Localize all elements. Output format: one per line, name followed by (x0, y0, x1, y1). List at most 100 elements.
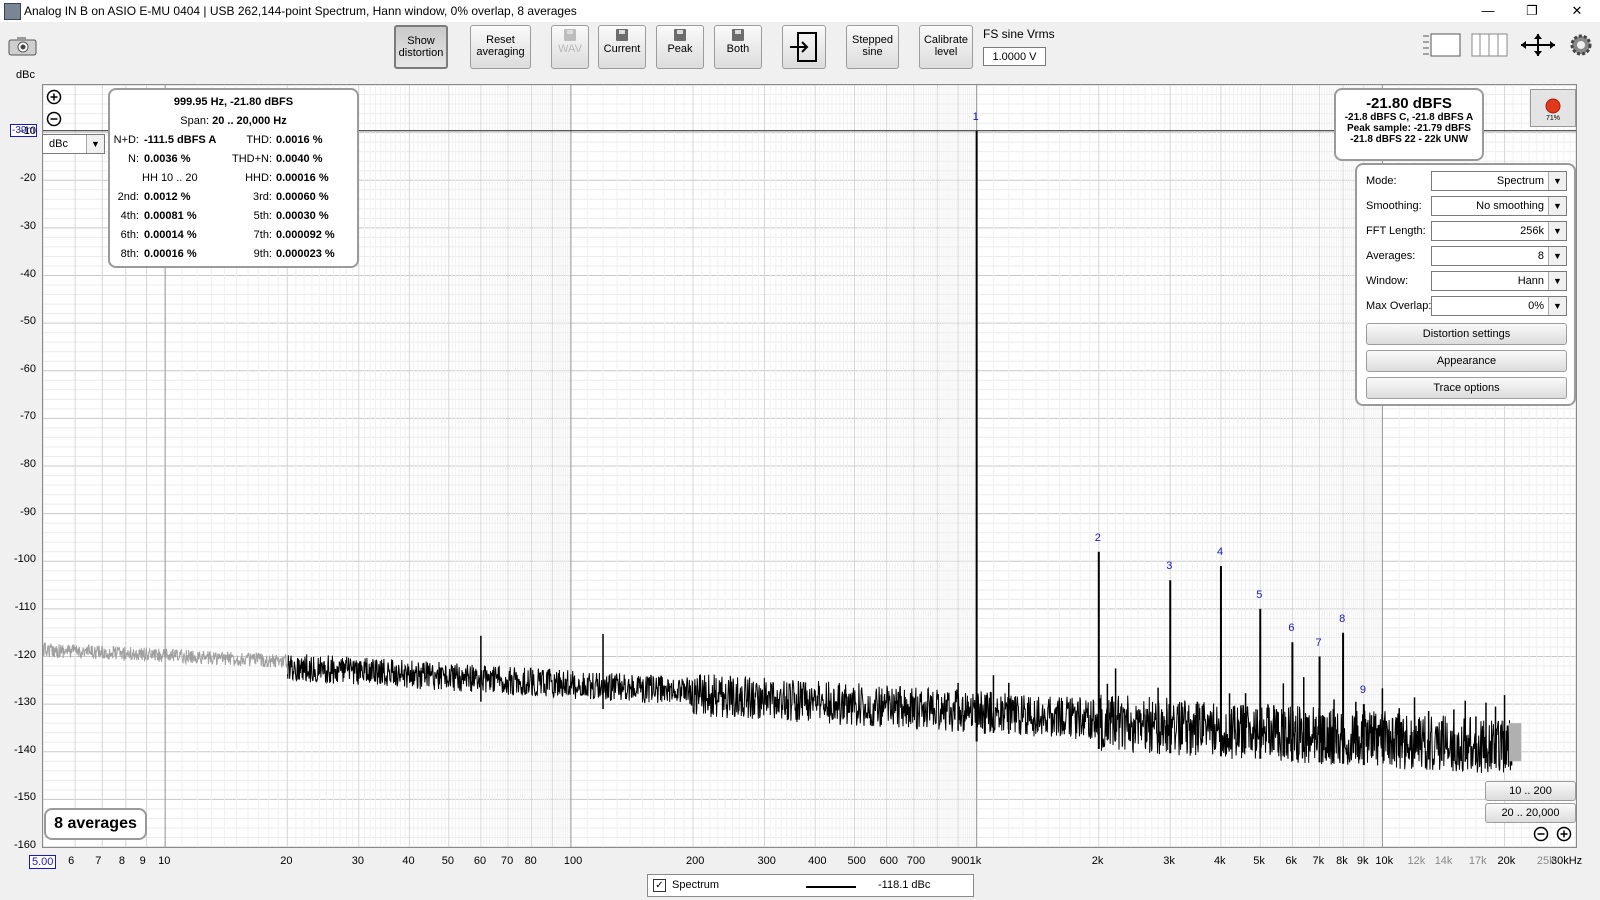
calibrate-level-button[interactable]: Calibrate level (919, 25, 973, 69)
setting-combo[interactable]: 8 ▼ (1431, 246, 1567, 266)
stepped-sine-button[interactable]: Stepped sine (846, 25, 899, 69)
zoom-out-icon[interactable] (46, 111, 62, 127)
spectrum-tail (1508, 723, 1522, 762)
x-tick-label: 600 (879, 855, 898, 867)
dist-right-label: 9th: (253, 248, 272, 260)
restore-button[interactable]: ❐ (1509, 0, 1555, 22)
x-tick-label: 1k (969, 855, 982, 867)
dist-left-value: -111.5 dBFS A (144, 134, 217, 146)
title-bar: Analog IN B on ASIO E-MU 0404 | USB 262,… (0, 0, 1600, 22)
y-tick-label: -50 (20, 315, 36, 328)
dist-left-cell: 8th: (120, 248, 139, 260)
minimize-button[interactable]: — (1465, 0, 1511, 22)
gear-icon[interactable] (1568, 32, 1594, 58)
settings-button[interactable]: Trace options (1366, 377, 1567, 399)
x-tick-label: 500 (847, 855, 866, 867)
fs-sine-input[interactable]: 1.0000 V (983, 47, 1046, 66)
record-indicator[interactable]: 71% (1530, 89, 1576, 127)
zoom-in-icon[interactable] (46, 89, 62, 105)
y-tick-label: -70 (20, 410, 36, 423)
range-20-20000-button[interactable]: 20 .. 20,000 (1485, 803, 1576, 823)
both-label: Both (726, 43, 750, 55)
spectrum-checkbox[interactable]: ✓ (653, 879, 666, 892)
dist-right-label: 3rd: (253, 191, 272, 203)
dist-left-value: 0.0036 % (144, 153, 191, 165)
setting-label: Max Overlap: (1366, 300, 1432, 312)
layout-icon[interactable] (1422, 32, 1462, 58)
wav-label: WAV (558, 43, 582, 55)
peak-label: Peak (667, 43, 693, 55)
show-distortion-label-1: Show (407, 35, 435, 47)
chevron-down-icon: ▼ (1548, 297, 1566, 315)
floppy-icon (732, 29, 744, 41)
harmonic-marker-6: 6 (1288, 622, 1295, 635)
harmonic-marker-5: 5 (1256, 588, 1263, 601)
setting-combo[interactable]: Hann ▼ (1431, 271, 1567, 291)
floppy-icon (674, 29, 686, 41)
x-tick-label: 70 (501, 855, 514, 867)
legend-series-value: -118.1 dBc (878, 879, 931, 891)
legend-series-name: Spectrum (672, 879, 720, 891)
harmonic-marker-4: 4 (1216, 546, 1224, 558)
close-button[interactable]: ✕ (1554, 0, 1600, 22)
record-icon (1545, 98, 1561, 114)
stepped-sine-label-1: Stepped (852, 34, 893, 46)
x-zoom-out-icon[interactable] (1533, 826, 1549, 842)
show-distortion-button[interactable]: Show distortion (394, 25, 448, 69)
range-10-200-button[interactable]: 10 .. 200 (1485, 781, 1576, 801)
show-distortion-label-2: distortion (398, 47, 444, 59)
chevron-down-icon: ▼ (1548, 197, 1566, 215)
dist-left-cell: N: (128, 153, 139, 165)
columns-icon[interactable] (1471, 32, 1509, 58)
fit-arrows-icon[interactable] (1519, 32, 1557, 58)
save-both-button[interactable]: Both (714, 25, 762, 69)
x-tick-label: 900 (951, 855, 970, 867)
setting-label: Window: (1366, 275, 1409, 287)
harmonic-marker-3: 3 (1166, 560, 1173, 573)
span-row: Span: 20 .. 20,000 Hz (110, 115, 357, 127)
settings-button[interactable]: Appearance (1366, 350, 1567, 372)
harmonic-marker-2: 2 (1094, 531, 1101, 544)
x-tick-label: 60 (473, 855, 487, 867)
record-level: 71% (1545, 115, 1560, 122)
level-line-2: Peak sample: -21.79 dBFS (1347, 123, 1471, 134)
x-tick-label: 9k (1356, 855, 1369, 867)
x-tick-label: 10 (158, 855, 171, 867)
setting-combo[interactable]: 256k ▼ (1431, 221, 1567, 241)
y-tick-label: -20 (20, 172, 36, 185)
export-button[interactable] (782, 25, 826, 69)
x-tick-label: 50 (441, 855, 454, 867)
y-tick-label: -160 (13, 839, 36, 851)
y-tick-label: -40 (20, 267, 36, 280)
camera-icon[interactable] (8, 36, 38, 56)
x-tick-label: 12k (1407, 855, 1426, 867)
floppy-icon (616, 29, 628, 41)
dist-left-cell: 6th: (120, 229, 139, 241)
unit-selector[interactable]: dBc ▼ (42, 134, 105, 154)
y-tick-label: -10 (20, 124, 36, 137)
x-tick-label: 5.00 (29, 855, 57, 869)
save-peak-button[interactable]: Peak (656, 25, 704, 69)
x-zoom-in-icon[interactable] (1556, 826, 1572, 842)
wav-button[interactable]: WAV (551, 25, 589, 69)
harmonic-marker-9: 9 (1359, 684, 1366, 697)
setting-combo[interactable]: Spectrum ▼ (1431, 171, 1567, 191)
settings-panel: Mode: Spectrum ▼ Smoothing: No smoothing ▼ FFT… (1355, 163, 1576, 406)
dist-right-value: 0.00030 % (276, 210, 329, 222)
harmonic-marker-7: 7 (1315, 636, 1322, 649)
x-tick-label: 700 (906, 855, 926, 867)
dist-left-value: 0.00081 % (144, 210, 197, 222)
setting-value: Spectrum (1496, 175, 1544, 187)
setting-combo[interactable]: No smoothing ▼ (1431, 196, 1567, 216)
settings-button[interactable]: Distortion settings (1366, 323, 1567, 345)
y-tick-label: -90 (20, 505, 36, 518)
reset-averaging-button[interactable]: Reset averaging (470, 25, 531, 69)
x-tick-label: 5k (1253, 855, 1265, 867)
x-tick-label: 20k (1497, 855, 1516, 867)
x-tick-label: 30 (351, 855, 364, 867)
x-tick-label: 6 (68, 855, 75, 867)
save-current-button[interactable]: Current (598, 25, 646, 69)
toolbar: Show distortion Reset averaging WAV Curr… (0, 22, 1600, 80)
y-tick-label: -130 (13, 696, 36, 709)
setting-combo[interactable]: 0% ▼ (1431, 296, 1567, 316)
